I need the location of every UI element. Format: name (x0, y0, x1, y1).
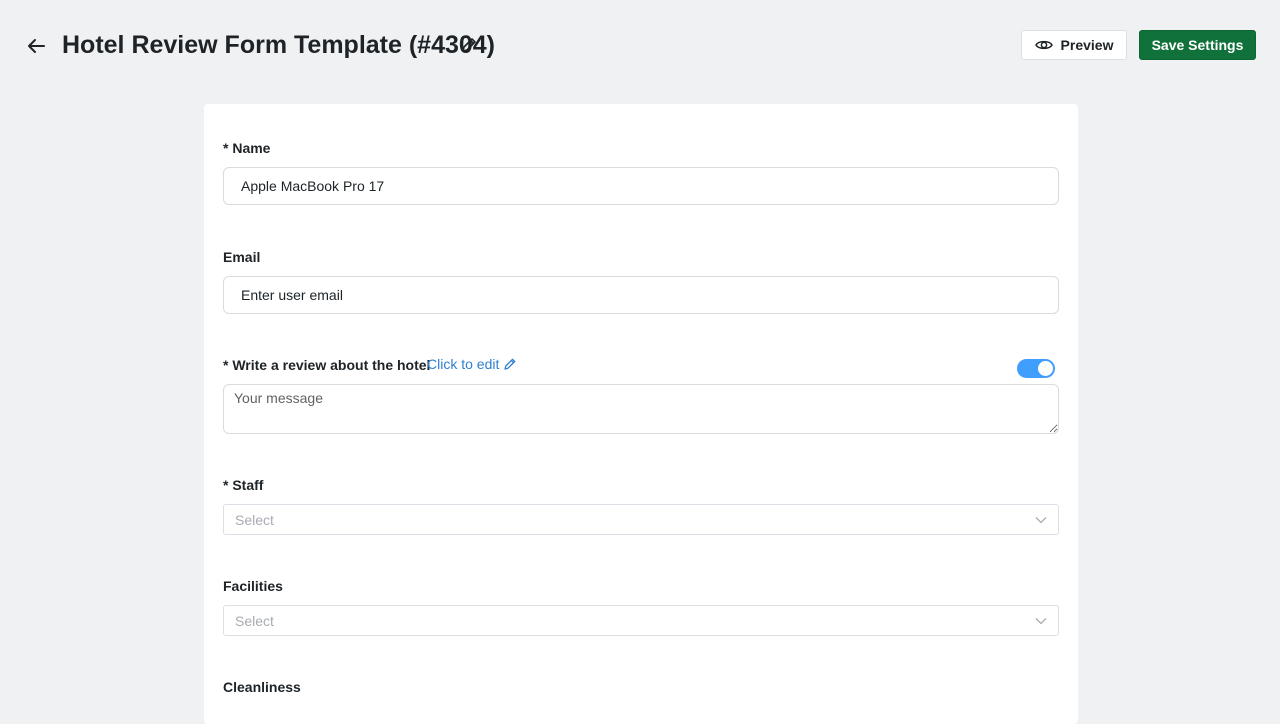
arrow-left-icon (28, 39, 45, 53)
facilities-select-placeholder: Select (235, 612, 274, 629)
name-input[interactable] (223, 167, 1059, 205)
email-input[interactable] (223, 276, 1059, 314)
preview-button[interactable]: Preview (1021, 30, 1127, 60)
save-settings-button[interactable]: Save Settings (1139, 30, 1256, 60)
staff-select[interactable]: Select (223, 504, 1059, 535)
chevron-down-icon (1035, 617, 1047, 624)
chevron-down-icon (1035, 516, 1047, 523)
top-bar: Hotel Review Form Template (#4304) Previ… (0, 0, 1280, 90)
cleanliness-label: Cleanliness (223, 679, 301, 695)
form-card: * Name Email * Write a review about the … (204, 104, 1078, 724)
pencil-icon (462, 38, 476, 52)
review-label: * Write a review about the hotel (223, 357, 431, 373)
pencil-icon (504, 358, 516, 370)
edit-title-button[interactable] (460, 36, 478, 54)
back-button[interactable] (24, 33, 48, 59)
eye-icon (1034, 40, 1053, 50)
page-title: Hotel Review Form Template (#4304) (62, 31, 496, 59)
preview-label: Preview (1060, 37, 1114, 53)
email-label: Email (223, 249, 261, 265)
toggle-knob (1038, 361, 1053, 376)
staff-select-placeholder: Select (235, 511, 274, 528)
click-to-edit-label: Click to edit (427, 356, 500, 372)
staff-label: * Staff (223, 477, 264, 493)
click-to-edit-link[interactable]: Click to edit (427, 356, 517, 372)
review-textarea[interactable] (223, 384, 1059, 434)
name-label: * Name (223, 140, 271, 156)
facilities-select[interactable]: Select (223, 605, 1059, 636)
review-toggle[interactable] (1017, 359, 1055, 378)
facilities-label: Facilities (223, 578, 283, 594)
